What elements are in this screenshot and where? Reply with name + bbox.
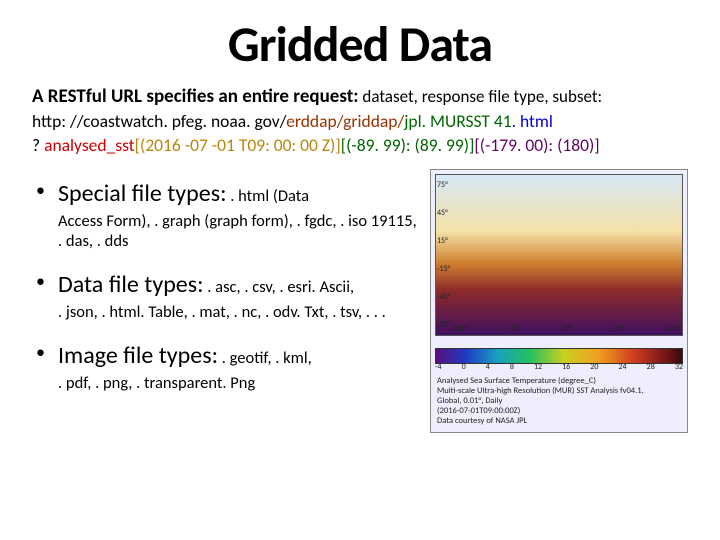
bullet-head: Data file types: [58,270,204,299]
url-filetype: . html [512,110,553,132]
tick-label: 180° [666,324,681,334]
bullet-detail: . pdf, . png, . transparent. Png [58,373,418,394]
content-row: • Special file types: . html (Data Acces… [32,173,688,433]
url-dataset: jpl. MURSST 41 [404,110,511,132]
url-line-1: http: //coastwatch. pfeg. noaa. gov/erdd… [32,111,688,133]
tick-label: 20 [590,362,598,372]
url-qmark: ? [32,134,44,156]
bullet-item: • Data file types: . asc, . csv, . esri.… [36,270,418,299]
bullet-list: • Special file types: . html (Data Acces… [32,173,418,433]
tick-label: 12 [534,362,542,372]
bullet-dot-icon: • [36,341,58,370]
tick-label: -90° [509,324,522,334]
tick-label: 75° [437,180,450,190]
caption-line: (2016-07-01T09:00:00Z) [437,406,683,416]
tick-label: -180° [449,324,466,334]
lon-axis-ticks: -180° -90° 0° 90° 180° [449,324,681,334]
url-time: [(2016 -07 -01 T09: 00: 00 Z)] [135,134,341,156]
tick-label: -15° [437,264,450,274]
figure-caption: Analysed Sea Surface Temperature (degree… [437,376,683,426]
url-service: erddap/griddap/ [286,110,404,132]
colorbar-ticks: -4 0 4 8 12 16 20 24 28 32 [435,362,683,372]
bullet-tail: . geotif, . kml, [218,348,312,368]
slide-title: Gridded Data [32,14,688,75]
bullet-detail: Access Form), . graph (graph form), . fg… [58,211,418,252]
world-sst-map [435,174,683,336]
tick-label: -45° [437,292,450,302]
request-lead-bold: A RESTful URL specifies an entire reques… [32,85,359,108]
caption-line: Global, 0.01°, Daily [437,396,683,406]
slide: Gridded Data A RESTful URL specifies an … [0,0,720,540]
url-lat: [(-89. 99): (89. 99)] [341,134,475,156]
bullet-item: • Special file types: . html (Data [36,179,418,208]
caption-line: Multi-scale Ultra-high Resolution (MUR) … [437,386,683,396]
url-line-2: ? analysed_sst[(2016 -07 -01 T09: 00: 00… [32,135,688,157]
bullet-head: Image file types: [58,341,218,370]
caption-line: Data courtesy of NASA JPL [437,416,683,426]
url-base: http: //coastwatch. pfeg. noaa. gov/ [32,110,286,132]
url-var: analysed_sst [44,134,135,156]
tick-label: -4 [435,362,442,372]
bullet-text: Image file types: . geotif, . kml, [58,341,418,370]
tick-label: 16 [562,362,570,372]
lat-axis-ticks: 75° 45° 15° -15° -45° -75° [437,180,450,330]
tick-label: 28 [647,362,655,372]
sst-map-figure: 75° 45° 15° -15° -45° -75° -180° -90° 0°… [430,169,688,433]
bullet-text: Data file types: . asc, . csv, . esri. A… [58,270,418,299]
tick-label: 8 [510,362,514,372]
bullet-dot-icon: • [36,270,58,299]
bullet-dot-icon: • [36,179,58,208]
request-lead-rest: dataset, response file type, subset: [359,86,603,107]
tick-label: 0° [564,324,571,334]
bullet-detail: . json, . html. Table, . mat, . nc, . od… [58,302,418,323]
tick-label: 32 [675,362,683,372]
tick-label: 4 [486,362,490,372]
tick-label: 24 [618,362,626,372]
request-line: A RESTful URL specifies an entire reques… [32,85,688,108]
bullet-head: Special file types: [58,179,227,208]
bullet-text: Special file types: . html (Data [58,179,418,208]
tick-label: 90° [613,324,624,334]
url-lon: [(-179. 00): (180)] [474,134,599,156]
bullet-tail: . html (Data [227,186,310,206]
tick-label: 15° [437,236,450,246]
tick-label: 0 [462,362,466,372]
bullet-item: • Image file types: . geotif, . kml, [36,341,418,370]
caption-line: Analysed Sea Surface Temperature (degree… [437,376,683,386]
bullet-tail: . asc, . csv, . esri. Ascii, [204,277,355,297]
tick-label: 45° [437,208,450,218]
